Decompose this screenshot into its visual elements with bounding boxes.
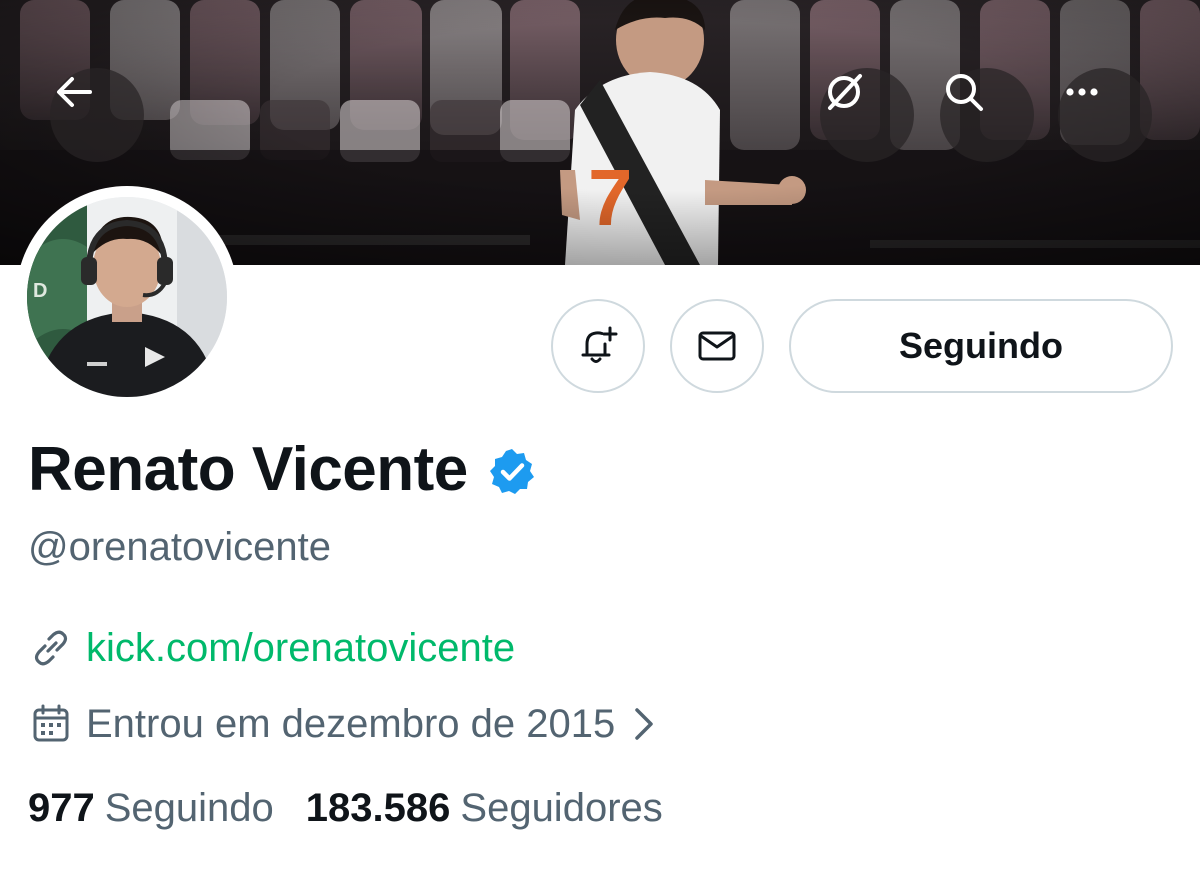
back-button[interactable]: [50, 68, 144, 162]
message-button[interactable]: [670, 299, 764, 393]
profile-link-row: kick.com/orenatovicente: [28, 622, 515, 674]
profile-website-link[interactable]: kick.com/orenatovicente: [86, 622, 515, 674]
svg-text:D: D: [33, 280, 47, 302]
more-horizontal-icon: [1066, 88, 1098, 96]
joined-date-text: Entrou em dezembro de 2015: [86, 702, 616, 746]
search-icon: [946, 74, 983, 111]
followers-count: 183.586: [305, 786, 451, 830]
display-name-row: Renato Vicente: [28, 432, 538, 508]
calendar-icon: [33, 704, 69, 742]
following-count: 977: [28, 786, 95, 830]
profile-avatar[interactable]: D: [16, 186, 238, 408]
follow-stats: 977 Seguindo 183.586 Seguidores: [28, 786, 663, 838]
user-handle: @orenatovicente: [28, 525, 332, 569]
search-button[interactable]: [940, 68, 1034, 162]
envelope-icon: [698, 331, 736, 361]
arrow-left-icon: [57, 77, 92, 107]
display-name: Renato Vicente: [28, 435, 468, 504]
followers-label: Seguidores: [460, 786, 663, 830]
notifications-button[interactable]: [551, 299, 645, 393]
more-button[interactable]: [1058, 68, 1152, 162]
avatar-photo: D: [27, 197, 227, 397]
grok-icon: [828, 74, 862, 110]
bell-plus-icon: [581, 326, 618, 363]
following-stat[interactable]: 977 Seguindo: [28, 786, 274, 831]
chevron-right-icon: [635, 708, 653, 740]
grok-button[interactable]: [820, 68, 914, 162]
joined-date-row[interactable]: Entrou em dezembro de 2015: [28, 698, 661, 750]
verified-badge-icon[interactable]: [486, 446, 538, 498]
followers-stat[interactable]: 183.586 Seguidores: [306, 786, 663, 831]
following-label: Seguindo: [104, 786, 274, 830]
link-icon: [34, 630, 68, 666]
following-button[interactable]: Seguindo: [789, 299, 1173, 393]
